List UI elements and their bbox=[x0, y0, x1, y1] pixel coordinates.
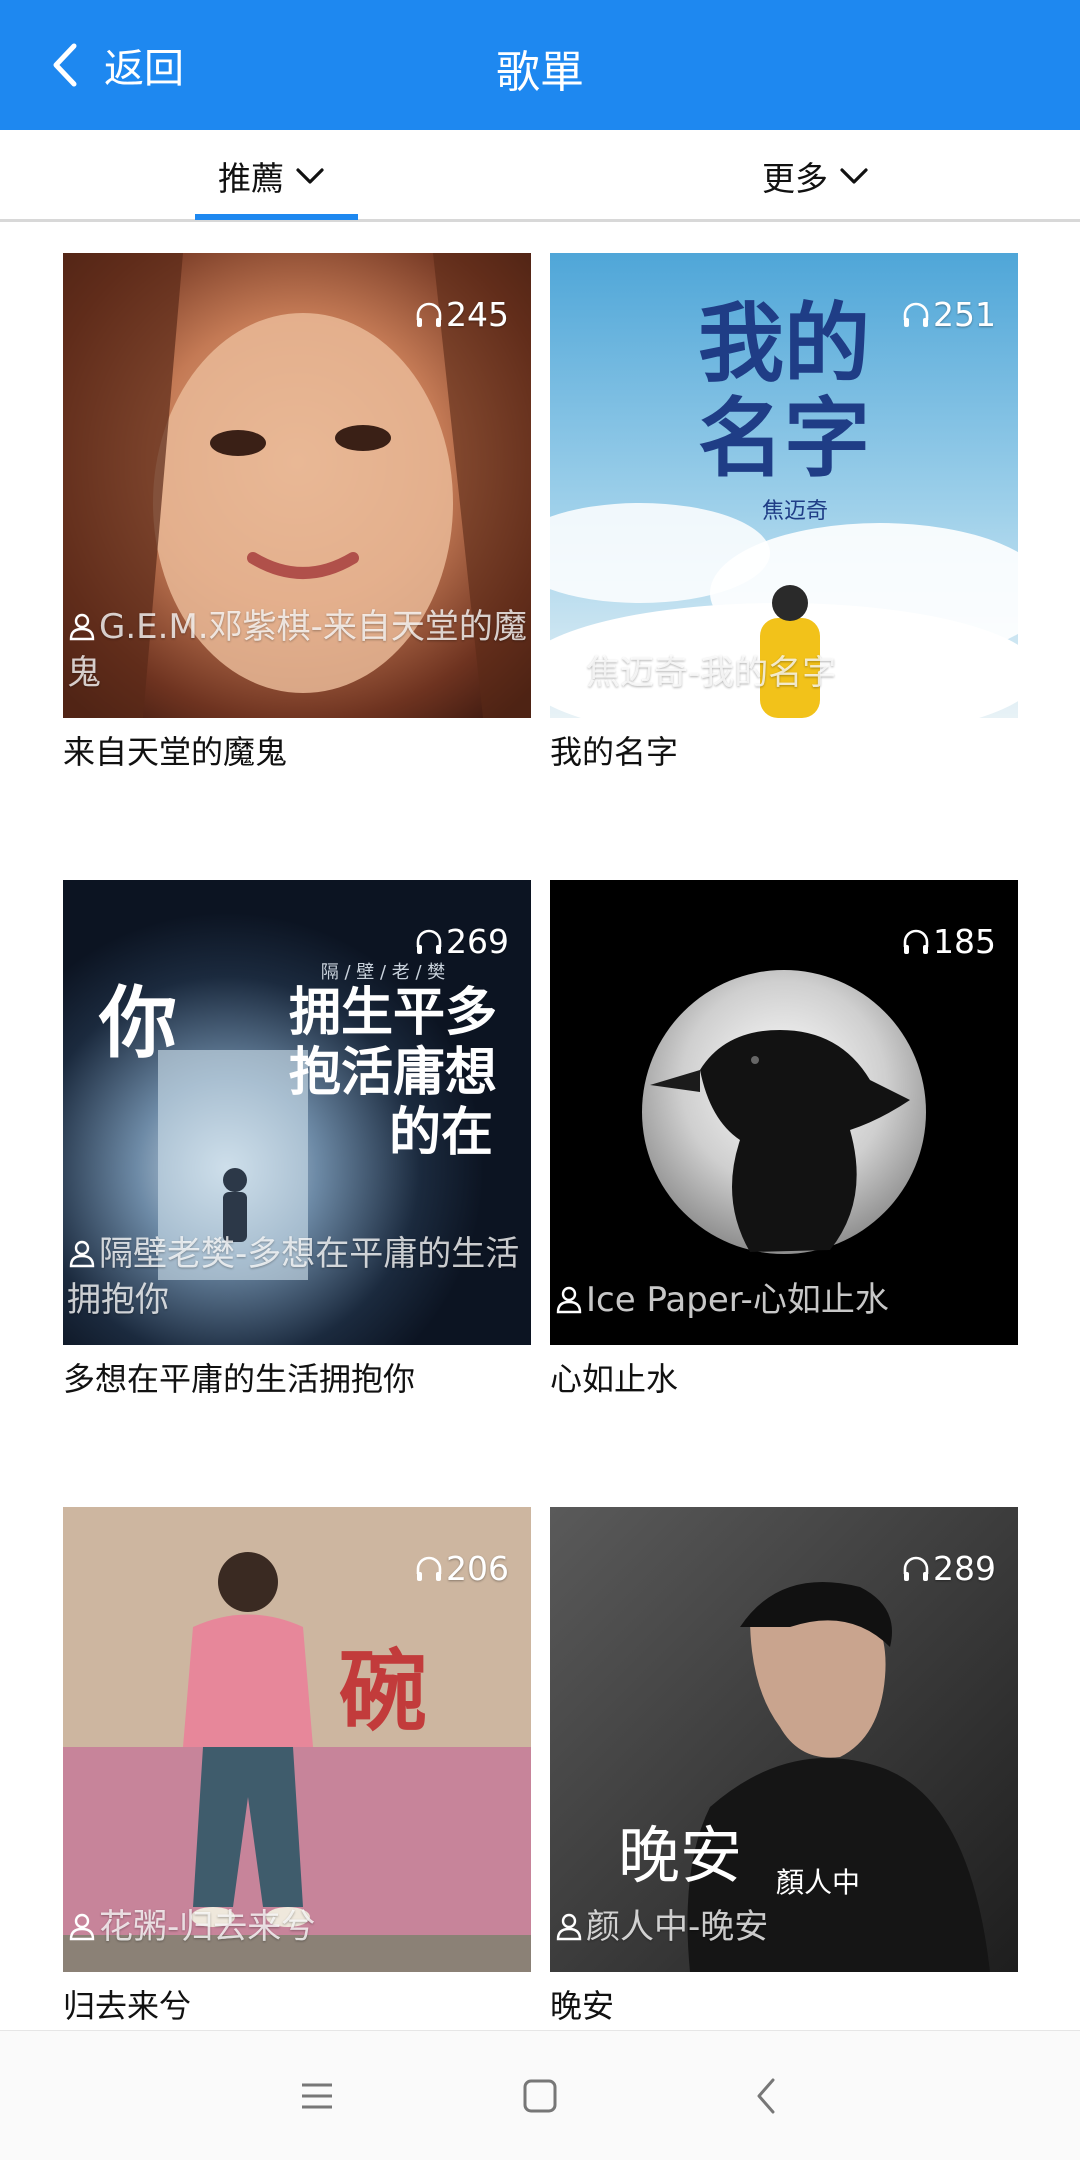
back-icon[interactable] bbox=[742, 2071, 792, 2121]
play-count: 245 bbox=[414, 295, 509, 334]
tab-recommend-label: 推薦 bbox=[218, 159, 284, 198]
playlist-title[interactable]: 我的名字 bbox=[550, 730, 1018, 774]
playlist-title[interactable]: 归去来兮 bbox=[63, 1984, 531, 2028]
headphones-icon bbox=[903, 929, 929, 954]
artist-text: 隔壁老樊-多想在平庸的生活拥抱你 bbox=[67, 1234, 520, 1320]
headphones-icon bbox=[416, 1556, 442, 1581]
user-icon bbox=[556, 659, 582, 687]
artist-label: G.E.M.邓紫棋-来自天堂的魔鬼 bbox=[67, 604, 527, 696]
artist-text: G.E.M.邓紫棋-来自天堂的魔鬼 bbox=[67, 607, 527, 693]
play-count: 289 bbox=[901, 1549, 996, 1588]
user-icon bbox=[556, 1286, 582, 1314]
play-count-value: 245 bbox=[446, 295, 509, 334]
playlist-cover[interactable]: 碗 206 花粥-归去来兮 bbox=[63, 1507, 531, 1972]
playlist-cover[interactable]: 我的 名字 焦迈奇 251 焦迈奇-我的名字 bbox=[550, 253, 1018, 718]
play-count-value: 185 bbox=[933, 922, 996, 961]
playlist-card[interactable]: 245 G.E.M.邓紫棋-来自天堂的魔鬼 来自天堂的魔鬼 bbox=[63, 253, 531, 774]
artist-text: 花粥-归去来兮 bbox=[99, 1907, 316, 1947]
home-square-icon[interactable] bbox=[515, 2071, 565, 2121]
user-icon bbox=[556, 1913, 582, 1941]
svg-text:名字: 名字 bbox=[698, 388, 870, 489]
svg-text:我的: 我的 bbox=[698, 293, 870, 394]
user-icon bbox=[69, 1913, 95, 1941]
svg-text:隔 / 壁 / 老 / 樊: 隔 / 壁 / 老 / 樊 bbox=[321, 962, 446, 983]
svg-text:碗: 碗 bbox=[339, 1639, 427, 1743]
menu-icon[interactable] bbox=[292, 2071, 342, 2121]
svg-text:你: 你 bbox=[98, 978, 177, 1069]
artist-label: 隔壁老樊-多想在平庸的生活拥抱你 bbox=[67, 1231, 527, 1323]
svg-text:拥生平多: 拥生平多 bbox=[289, 982, 497, 1043]
headphones-icon bbox=[416, 302, 442, 327]
artist-label: 花粥-归去来兮 bbox=[67, 1904, 527, 1950]
artist-label: 焦迈奇-我的名字 bbox=[554, 650, 1014, 696]
playlist-card[interactable]: 晚安 顏人中 289 颜人中-晚安 晚安 bbox=[550, 1507, 1018, 2028]
tab-bar: 推薦 更多 bbox=[0, 130, 1080, 222]
play-count: 185 bbox=[901, 922, 996, 961]
artist-label: 颜人中-晚安 bbox=[554, 1904, 1014, 1950]
tab-more[interactable]: 更多 bbox=[762, 130, 870, 222]
playlist-title[interactable]: 多想在平庸的生活拥抱你 bbox=[63, 1357, 531, 1401]
play-count: 206 bbox=[414, 1549, 509, 1588]
artist-label: Ice Paper-心如止水 bbox=[554, 1277, 1014, 1323]
playlist-title[interactable]: 晚安 bbox=[550, 1984, 1018, 2028]
playlist-card[interactable]: 隔 / 壁 / 老 / 樊 你 拥生平多 抱活庸想 的在 269 隔壁老樊-多想… bbox=[63, 880, 531, 1401]
headphones-icon bbox=[903, 302, 929, 327]
svg-text:抱活庸想: 抱活庸想 bbox=[289, 1042, 497, 1103]
chevron-down-icon bbox=[296, 168, 324, 184]
headphones-icon bbox=[416, 929, 442, 954]
playlist-card[interactable]: 我的 名字 焦迈奇 251 焦迈奇-我的名字 我的名字 bbox=[550, 253, 1018, 774]
artist-text: 颜人中-晚安 bbox=[586, 1907, 769, 1947]
playlist-cover[interactable]: 晚安 顏人中 289 颜人中-晚安 bbox=[550, 1507, 1018, 1972]
play-count-value: 251 bbox=[933, 295, 996, 334]
user-icon bbox=[69, 613, 95, 641]
active-tab-indicator bbox=[195, 214, 358, 220]
playlist-card[interactable]: 185 Ice Paper-心如止水 心如止水 bbox=[550, 880, 1018, 1401]
play-count-value: 289 bbox=[933, 1549, 996, 1588]
artist-text: 焦迈奇-我的名字 bbox=[586, 653, 837, 693]
system-nav-bar bbox=[0, 2030, 1080, 2160]
play-count-value: 269 bbox=[446, 922, 509, 961]
play-count: 251 bbox=[901, 295, 996, 334]
play-count: 269 bbox=[414, 922, 509, 961]
play-count-value: 206 bbox=[446, 1549, 509, 1588]
svg-text:顏人中: 顏人中 bbox=[776, 1866, 860, 1899]
playlist-title[interactable]: 心如止水 bbox=[550, 1357, 1018, 1401]
headphones-icon bbox=[903, 1556, 929, 1581]
app-header: 返回 歌單 bbox=[0, 0, 1080, 130]
playlist-cover[interactable]: 245 G.E.M.邓紫棋-来自天堂的魔鬼 bbox=[63, 253, 531, 718]
tab-more-label: 更多 bbox=[762, 159, 828, 198]
playlist-cover[interactable]: 185 Ice Paper-心如止水 bbox=[550, 880, 1018, 1345]
chevron-down-icon bbox=[840, 168, 868, 184]
playlist-title[interactable]: 来自天堂的魔鬼 bbox=[63, 730, 531, 774]
playlist-cover[interactable]: 隔 / 壁 / 老 / 樊 你 拥生平多 抱活庸想 的在 269 隔壁老樊-多想… bbox=[63, 880, 531, 1345]
svg-text:的在: 的在 bbox=[389, 1102, 493, 1163]
page-title: 歌單 bbox=[496, 47, 584, 98]
user-icon bbox=[69, 1240, 95, 1268]
svg-text:焦迈奇: 焦迈奇 bbox=[762, 499, 828, 524]
artist-text: Ice Paper-心如止水 bbox=[586, 1280, 889, 1320]
tab-recommend[interactable]: 推薦 bbox=[218, 130, 326, 222]
svg-text:晚安: 晚安 bbox=[618, 1819, 742, 1892]
playlist-card[interactable]: 碗 206 花粥-归去来兮 归去来兮 bbox=[63, 1507, 531, 2028]
